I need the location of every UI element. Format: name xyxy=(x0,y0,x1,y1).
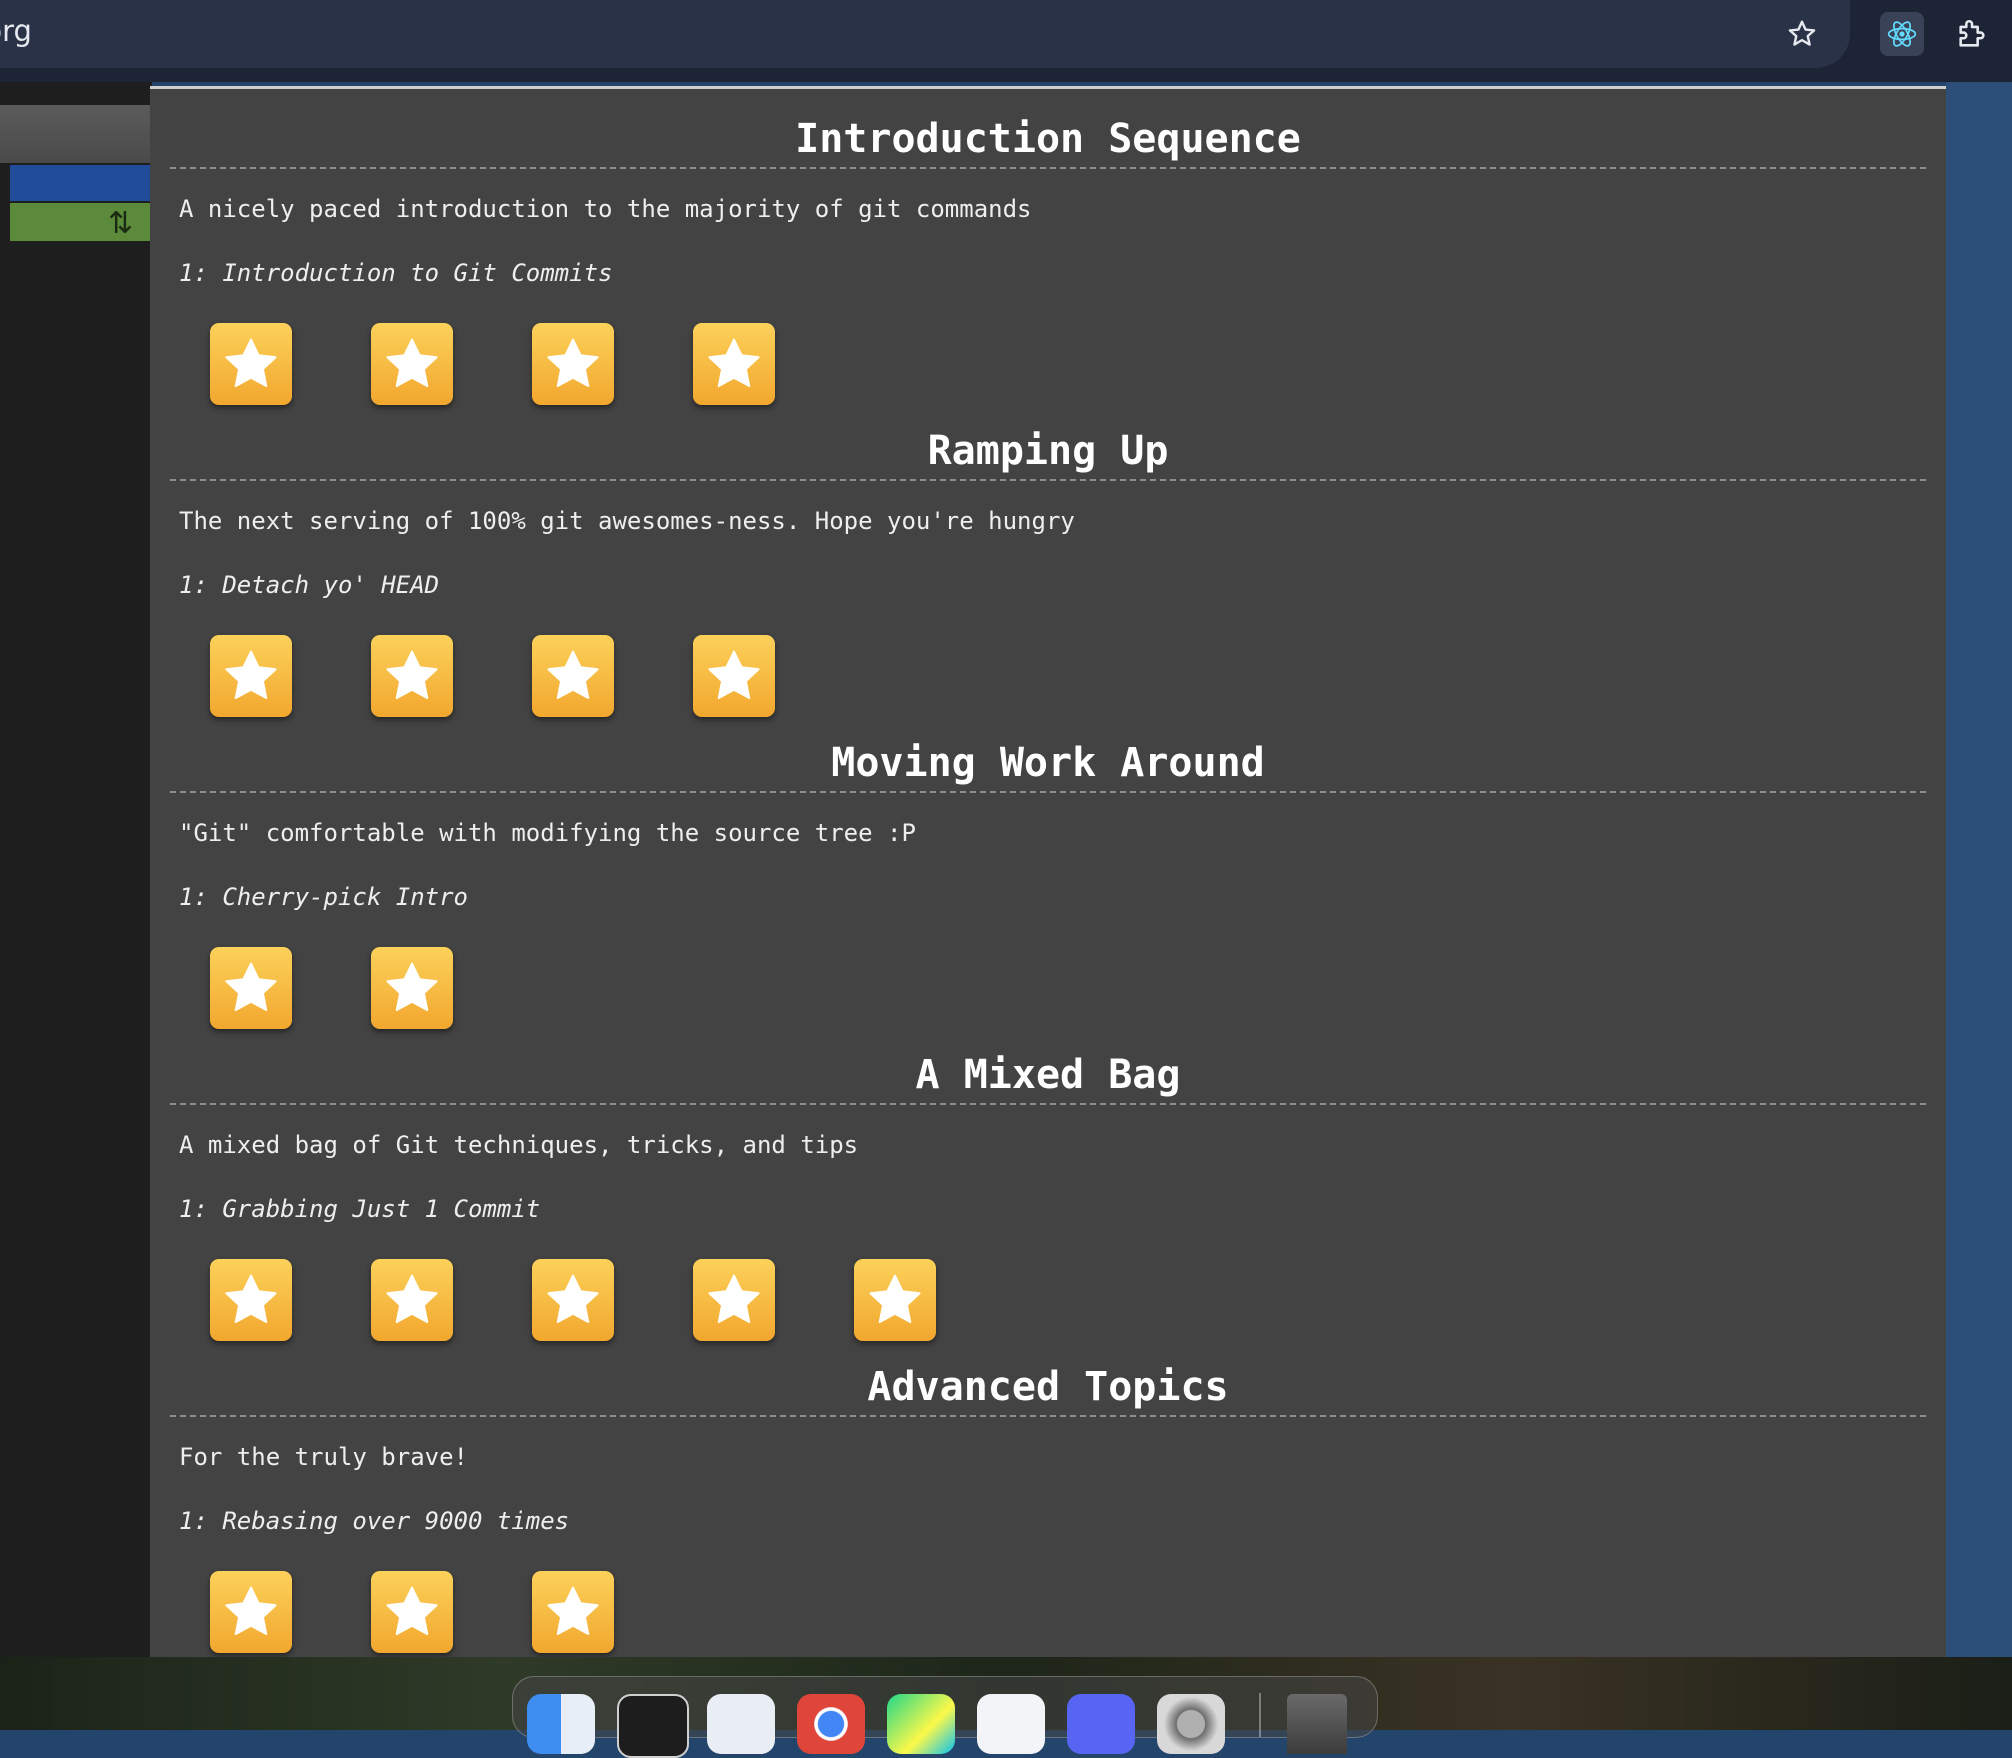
section-advanced-topics: Advanced Topics For the truly brave! 1: … xyxy=(170,1337,1926,1655)
star-icon xyxy=(708,1274,760,1323)
star-icon xyxy=(869,1274,921,1323)
level-star-button[interactable] xyxy=(532,323,614,405)
background-page xyxy=(0,82,152,1657)
star-icon xyxy=(547,1586,599,1635)
star-icon xyxy=(386,650,438,699)
discord-icon[interactable] xyxy=(1067,1694,1135,1754)
system-settings-icon[interactable] xyxy=(1157,1694,1225,1754)
terminal-icon[interactable] xyxy=(617,1694,689,1758)
star-icon xyxy=(547,650,599,699)
chrome-icon[interactable] xyxy=(797,1694,865,1754)
url-text[interactable]: s.org xyxy=(0,14,32,48)
level-star-button[interactable] xyxy=(210,323,292,405)
browser-toolbar: s.org xyxy=(0,0,2012,82)
level-star-button[interactable] xyxy=(371,1259,453,1341)
star-icon xyxy=(225,962,277,1011)
react-devtools-icon[interactable] xyxy=(1880,12,1924,56)
level-star-button[interactable] xyxy=(854,1259,936,1341)
star-icon xyxy=(225,1274,277,1323)
star-icon xyxy=(386,1274,438,1323)
star-icon xyxy=(225,338,277,387)
section-ramping-up: Ramping Up The next serving of 100% git … xyxy=(170,401,1926,719)
level-star-button[interactable] xyxy=(210,1571,292,1653)
section-description: The next serving of 100% git awesomes-ne… xyxy=(179,507,1075,535)
star-icon xyxy=(225,1586,277,1635)
star-icon xyxy=(225,650,277,699)
section-title: Introduction Sequence xyxy=(170,89,1926,169)
level-star-button[interactable] xyxy=(371,323,453,405)
star-icon xyxy=(386,962,438,1011)
section-title: A Mixed Bag xyxy=(170,1025,1926,1105)
star-icon xyxy=(708,338,760,387)
level-star-button[interactable] xyxy=(693,323,775,405)
dock xyxy=(512,1676,1378,1758)
level-stars xyxy=(210,323,1926,407)
star-icon xyxy=(386,338,438,387)
address-bar[interactable]: s.org xyxy=(0,0,1850,68)
bookmark-star-icon[interactable] xyxy=(1782,14,1822,54)
section-moving-work-around: Moving Work Around "Git" comfortable wit… xyxy=(170,713,1926,1031)
level-star-button[interactable] xyxy=(532,1571,614,1653)
section-introduction-sequence: Introduction Sequence A nicely paced int… xyxy=(170,89,1926,407)
level-star-button[interactable] xyxy=(210,1259,292,1341)
section-title: Ramping Up xyxy=(170,401,1926,481)
vscode-icon[interactable] xyxy=(977,1694,1045,1754)
level-stars xyxy=(210,635,1926,719)
telegram-icon[interactable] xyxy=(707,1694,775,1754)
level-star-button[interactable] xyxy=(532,635,614,717)
background-branch-bar xyxy=(10,165,152,201)
selected-level-label: 1: Rebasing over 9000 times xyxy=(179,1507,570,1535)
background-header-bar xyxy=(0,105,152,163)
section-description: For the truly brave! xyxy=(179,1443,468,1471)
section-description: A nicely paced introduction to the major… xyxy=(179,195,1032,223)
section-title: Moving Work Around xyxy=(170,713,1926,793)
level-stars xyxy=(210,947,1926,1031)
selected-level-label: 1: Grabbing Just 1 Commit xyxy=(179,1195,541,1223)
star-icon xyxy=(547,338,599,387)
selected-level-label: 1: Introduction to Git Commits xyxy=(179,259,613,287)
pycharm-icon[interactable] xyxy=(887,1694,955,1754)
star-icon xyxy=(547,1274,599,1323)
selected-level-label: 1: Cherry-pick Intro xyxy=(179,883,468,911)
star-icon xyxy=(708,650,760,699)
finder-icon[interactable] xyxy=(527,1694,595,1754)
level-star-button[interactable] xyxy=(210,635,292,717)
section-description: "Git" comfortable with modifying the sou… xyxy=(179,819,916,847)
extensions-puzzle-icon[interactable] xyxy=(1950,12,1994,56)
selected-level-label: 1: Detach yo' HEAD xyxy=(179,571,440,599)
trash-icon[interactable] xyxy=(1287,1694,1347,1754)
level-star-button[interactable] xyxy=(371,1571,453,1653)
level-star-button[interactable] xyxy=(532,1259,614,1341)
level-stars xyxy=(210,1571,1926,1655)
level-star-button[interactable] xyxy=(693,1259,775,1341)
level-star-button[interactable] xyxy=(693,635,775,717)
section-title: Advanced Topics xyxy=(170,1337,1926,1417)
level-star-button[interactable] xyxy=(371,947,453,1029)
level-star-button[interactable] xyxy=(210,947,292,1029)
background-right-strip xyxy=(1946,82,2012,1657)
level-stars xyxy=(210,1259,1926,1343)
level-select-modal: Introduction Sequence A nicely paced int… xyxy=(150,86,1946,1679)
dock-separator xyxy=(1259,1693,1261,1737)
section-a-mixed-bag: A Mixed Bag A mixed bag of Git technique… xyxy=(170,1025,1926,1343)
swap-icon[interactable]: ⇅ xyxy=(108,206,133,241)
level-star-button[interactable] xyxy=(371,635,453,717)
section-description: A mixed bag of Git techniques, tricks, a… xyxy=(179,1131,859,1159)
star-icon xyxy=(386,1586,438,1635)
